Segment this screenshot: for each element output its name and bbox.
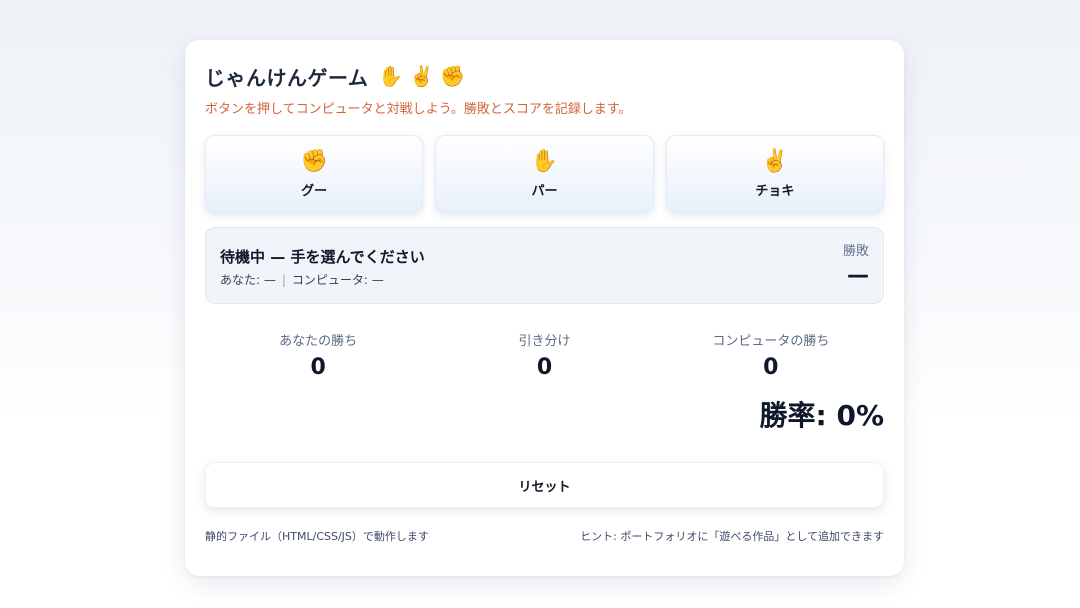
- you-choice: あなた: —: [220, 273, 276, 287]
- title-icons: ✋ ✌️ ✊: [378, 64, 465, 88]
- result-value: —: [847, 263, 869, 288]
- paper-hand-icon: ✋: [530, 148, 559, 174]
- status-detail: あなた: — | コンピュータ: —: [220, 271, 869, 288]
- score-value: 0: [536, 355, 553, 380]
- score-label: あなたの勝ち: [279, 334, 358, 349]
- rock-button[interactable]: ✊ グー: [205, 135, 424, 213]
- score-draws: 引き分け 0: [431, 330, 657, 380]
- status-title: 待機中 — 手を選んでください: [220, 248, 425, 266]
- result-label: 勝敗: [842, 244, 869, 259]
- status-panel: 待機中 — 手を選んでください あなた: — | コンピュータ: — 勝敗 —: [205, 227, 884, 304]
- subtitle: ボタンを押してコンピュータと対戦しよう。勝敗とスコアを記録します。: [205, 102, 632, 117]
- scissors-button[interactable]: ✌️ チョキ: [665, 135, 884, 213]
- rock-fist-icon: ✊: [300, 148, 328, 174]
- scoreboard: あなたの勝ち 0 引き分け 0 コンピュータの勝ち 0: [205, 330, 884, 380]
- paper-label: パー: [531, 183, 558, 199]
- footer: 静的ファイル（HTML/CSS/JS）で動作します ヒント: ポートフォリオに「…: [205, 528, 884, 544]
- paper-hand-icon: ✋: [378, 64, 404, 88]
- score-value: 0: [763, 355, 779, 380]
- game-card: じゃんけんゲーム ✋ ✌️ ✊ ボタンを押してコンピュータと対戦しよう。勝敗とス…: [185, 40, 904, 576]
- scissors-hand-icon: ✌️: [761, 148, 789, 174]
- scissors-hand-icon: ✌️: [409, 64, 435, 88]
- scissors-label: チョキ: [755, 183, 795, 199]
- score-computer-wins: コンピュータの勝ち 0: [658, 330, 884, 380]
- score-label: 引き分け: [518, 334, 571, 349]
- footer-left-note: 静的ファイル（HTML/CSS/JS）で動作します: [205, 530, 429, 543]
- result-box: 勝敗 —: [843, 240, 869, 288]
- page-title: じゃんけんゲーム: [205, 65, 369, 90]
- score-player-wins: あなたの勝ち 0: [205, 330, 431, 380]
- score-value: 0: [310, 355, 326, 380]
- footer-hint: ヒント: ポートフォリオに「遊べる作品」として追加できます: [580, 530, 884, 543]
- rock-label: グー: [301, 183, 328, 199]
- computer-choice: コンピュータ: —: [291, 273, 384, 287]
- reset-button[interactable]: リセット: [205, 462, 884, 508]
- win-rate: 勝率: 0%: [759, 399, 884, 432]
- status-separator: |: [281, 273, 286, 287]
- paper-button[interactable]: ✋ パー: [435, 135, 654, 213]
- choice-buttons: ✊ グー ✋ パー ✌️ チョキ: [205, 135, 884, 213]
- title-row: じゃんけんゲーム ✋ ✌️ ✊: [205, 62, 884, 90]
- rock-fist-icon: ✊: [440, 64, 466, 88]
- score-label: コンピュータの勝ち: [712, 334, 830, 349]
